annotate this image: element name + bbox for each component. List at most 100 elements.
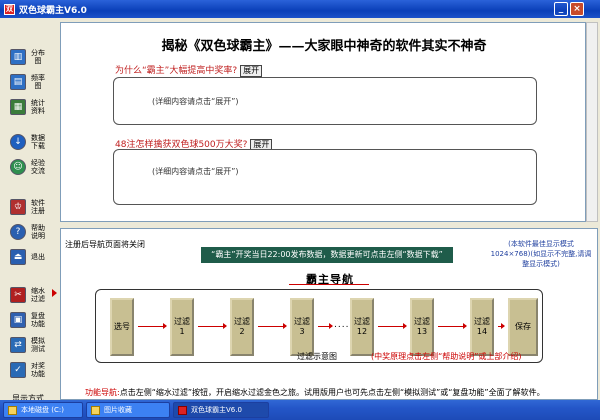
flow-arrow — [198, 323, 227, 329]
flow-arrow — [318, 323, 333, 329]
flow-arrow — [378, 323, 407, 329]
expand-button-1[interactable]: 展开 — [240, 65, 263, 77]
step-filter-3[interactable]: 过滤 3 — [290, 298, 314, 356]
flow-arrow — [498, 323, 505, 329]
exit-icon: ⏏ — [10, 249, 26, 265]
news-banner: “霸主”开奖当日22:00发布数据，数据更新可点击左侧“数据下载” — [201, 247, 453, 263]
sidebar-item-label: 统计资料 — [31, 99, 45, 115]
taskbar-item-app[interactable]: 双色球霸主V6.0 — [173, 402, 269, 418]
sidebar-item-statistics[interactable]: ▦ 统计资料 — [10, 96, 50, 118]
register-key-icon: ♔ — [10, 199, 26, 215]
question-1: 为什么“霸主”大幅提高中奖率? 展开 — [115, 63, 263, 77]
step-label: 保存 — [515, 322, 531, 331]
sidebar-item-prize[interactable]: ✓ 对奖功能 — [10, 359, 50, 381]
step-save[interactable]: 保存 — [508, 298, 538, 356]
frequency-chart-icon: ▤ — [10, 74, 26, 90]
resolution-note: (本软件最佳显示模式1024×768)(如显示不完整,请调整显示模式) — [490, 240, 592, 268]
question-1-text: 为什么“霸主”大幅提高中奖率? — [115, 66, 238, 76]
sidebar-item-label: 复盘功能 — [31, 312, 45, 328]
nav-title-underline — [289, 284, 369, 285]
step-filter-13[interactable]: 过滤 13 — [410, 298, 434, 356]
step-label: 选号 — [114, 322, 130, 331]
folder-icon — [8, 405, 17, 415]
download-icon: ↓ — [10, 134, 26, 150]
minimize-icon[interactable]: _ — [554, 2, 568, 16]
sidebar-item-replay[interactable]: ▣ 复盘功能 — [10, 309, 50, 331]
title-bar: 双 双色球霸主V6.0 _ × — [0, 0, 600, 18]
folder-icon — [91, 405, 100, 415]
step-label: 过滤 — [414, 317, 430, 326]
flow-arrow — [258, 323, 287, 329]
prize-check-icon: ✓ — [10, 362, 26, 378]
function-guide-text: 点击左侧“缩水过滤”按钮，开启缩水过滤金色之旅。试用版用户也可先点击左侧“模拟测… — [119, 388, 545, 397]
sidebar-item-exchange[interactable]: ☺ 经验交流 — [10, 156, 50, 178]
sidebar-item-label: 缩水过滤 — [31, 287, 45, 303]
taskbar-item-local-disk[interactable]: 本地磁盘 (C:) — [3, 402, 83, 418]
sidebar-item-help[interactable]: ? 帮助说明 — [10, 221, 50, 243]
detail-hint-2: (详细内容请点击“展开”) — [152, 167, 239, 176]
step-filter-12[interactable]: 过滤 12 — [350, 298, 374, 356]
sidebar-item-simulate[interactable]: ⇄ 模拟测试 — [10, 334, 50, 356]
sidebar-item-register[interactable]: ♔ 软件注册 — [10, 196, 50, 218]
sidebar-item-distribution[interactable]: ▥ 分布图 — [10, 46, 50, 68]
sidebar-item-frequency[interactable]: ▤ 频率图 — [10, 71, 50, 93]
step-label: 过滤 — [474, 317, 490, 326]
taskbar-item-pictures[interactable]: 图片收藏 — [86, 402, 170, 418]
flow-arrow — [438, 323, 467, 329]
taskbar: 本地磁盘 (C:) 图片收藏 双色球霸主V6.0 — [0, 400, 600, 420]
sidebar-item-label: 频率图 — [31, 74, 45, 90]
step-label: 过滤 — [234, 317, 250, 326]
function-guide-key: 功能导航: — [85, 388, 120, 397]
step-number: 13 — [416, 327, 428, 336]
step-select[interactable]: 选号 — [110, 298, 134, 356]
sidebar-item-label: 分布图 — [31, 49, 45, 65]
step-number: 12 — [356, 327, 368, 336]
sidebar-item-label: 软件注册 — [31, 199, 45, 215]
filter-icon: ✂ — [10, 287, 26, 303]
app-icon — [178, 405, 187, 415]
flow-caption: 过滤示意图 — [297, 352, 337, 361]
simulate-icon: ⇄ — [10, 337, 26, 353]
function-guide: 功能导航:点击左侧“缩水过滤”按钮，开启缩水过滤金色之旅。试用版用户也可先点击左… — [85, 387, 545, 398]
taskbar-item-label: 图片收藏 — [104, 406, 132, 414]
exchange-icon: ☺ — [10, 159, 26, 175]
sidebar-item-label: 经验交流 — [31, 159, 45, 175]
step-label: 过滤 — [354, 317, 370, 326]
navigation-panel: 注册后导航页面将关闭 “霸主”开奖当日22:00发布数据，数据更新可点击左侧“数… — [60, 228, 598, 400]
distribution-chart-icon: ▥ — [10, 49, 26, 65]
sidebar-item-filter[interactable]: ✂ 缩水过滤 — [10, 284, 50, 306]
statistics-icon: ▦ — [10, 99, 26, 115]
page-title: 揭秘《双色球霸主》——大家眼中神奇的软件其实不神奇 — [161, 39, 487, 54]
detail-hint-1: (详细内容请点击“展开”) — [152, 97, 239, 106]
sidebar: ▥ 分布图 ▤ 频率图 ▦ 统计资料 ↓ 数据下载 ☺ 经验交流 ♔ 软件注册 … — [0, 18, 58, 400]
step-number: 1 — [179, 327, 185, 336]
detail-box-1: (详细内容请点击“展开”) — [113, 77, 537, 125]
flow-hint: (中奖原理点击左侧“帮助说明”或上部介绍) — [371, 352, 522, 361]
replay-icon: ▣ — [10, 312, 26, 328]
close-icon[interactable]: × — [570, 2, 584, 16]
sidebar-item-exit[interactable]: ⏏ 退出 — [10, 246, 50, 268]
step-number: 2 — [239, 327, 245, 336]
detail-box-2: (详细内容请点击“展开”) — [113, 149, 537, 205]
sidebar-item-label: 帮助说明 — [31, 224, 45, 240]
help-icon: ? — [10, 224, 26, 240]
step-label: 过滤 — [174, 317, 190, 326]
app-icon: 双 — [4, 3, 15, 15]
step-filter-1[interactable]: 过滤 1 — [170, 298, 194, 356]
sidebar-item-label: 退出 — [31, 253, 45, 261]
sidebar-item-label: 数据下载 — [31, 134, 45, 150]
step-number: 14 — [476, 327, 488, 336]
sidebar-item-download[interactable]: ↓ 数据下载 — [10, 131, 50, 153]
taskbar-item-label: 本地磁盘 (C:) — [21, 406, 64, 414]
step-label: 过滤 — [294, 317, 310, 326]
step-number: 3 — [299, 327, 305, 336]
sidebar-item-label: 对奖功能 — [31, 362, 45, 378]
upper-scrollbar[interactable] — [586, 22, 598, 222]
sidebar-item-label: 模拟测试 — [31, 337, 45, 353]
intro-panel: 揭秘《双色球霸主》——大家眼中神奇的软件其实不神奇 为什么“霸主”大幅提高中奖率… — [60, 22, 586, 222]
step-filter-14[interactable]: 过滤 14 — [470, 298, 494, 356]
active-arrow-icon — [52, 289, 57, 297]
step-filter-2[interactable]: 过滤 2 — [230, 298, 254, 356]
flow-arrow — [138, 323, 167, 329]
taskbar-item-label: 双色球霸主V6.0 — [191, 406, 242, 414]
